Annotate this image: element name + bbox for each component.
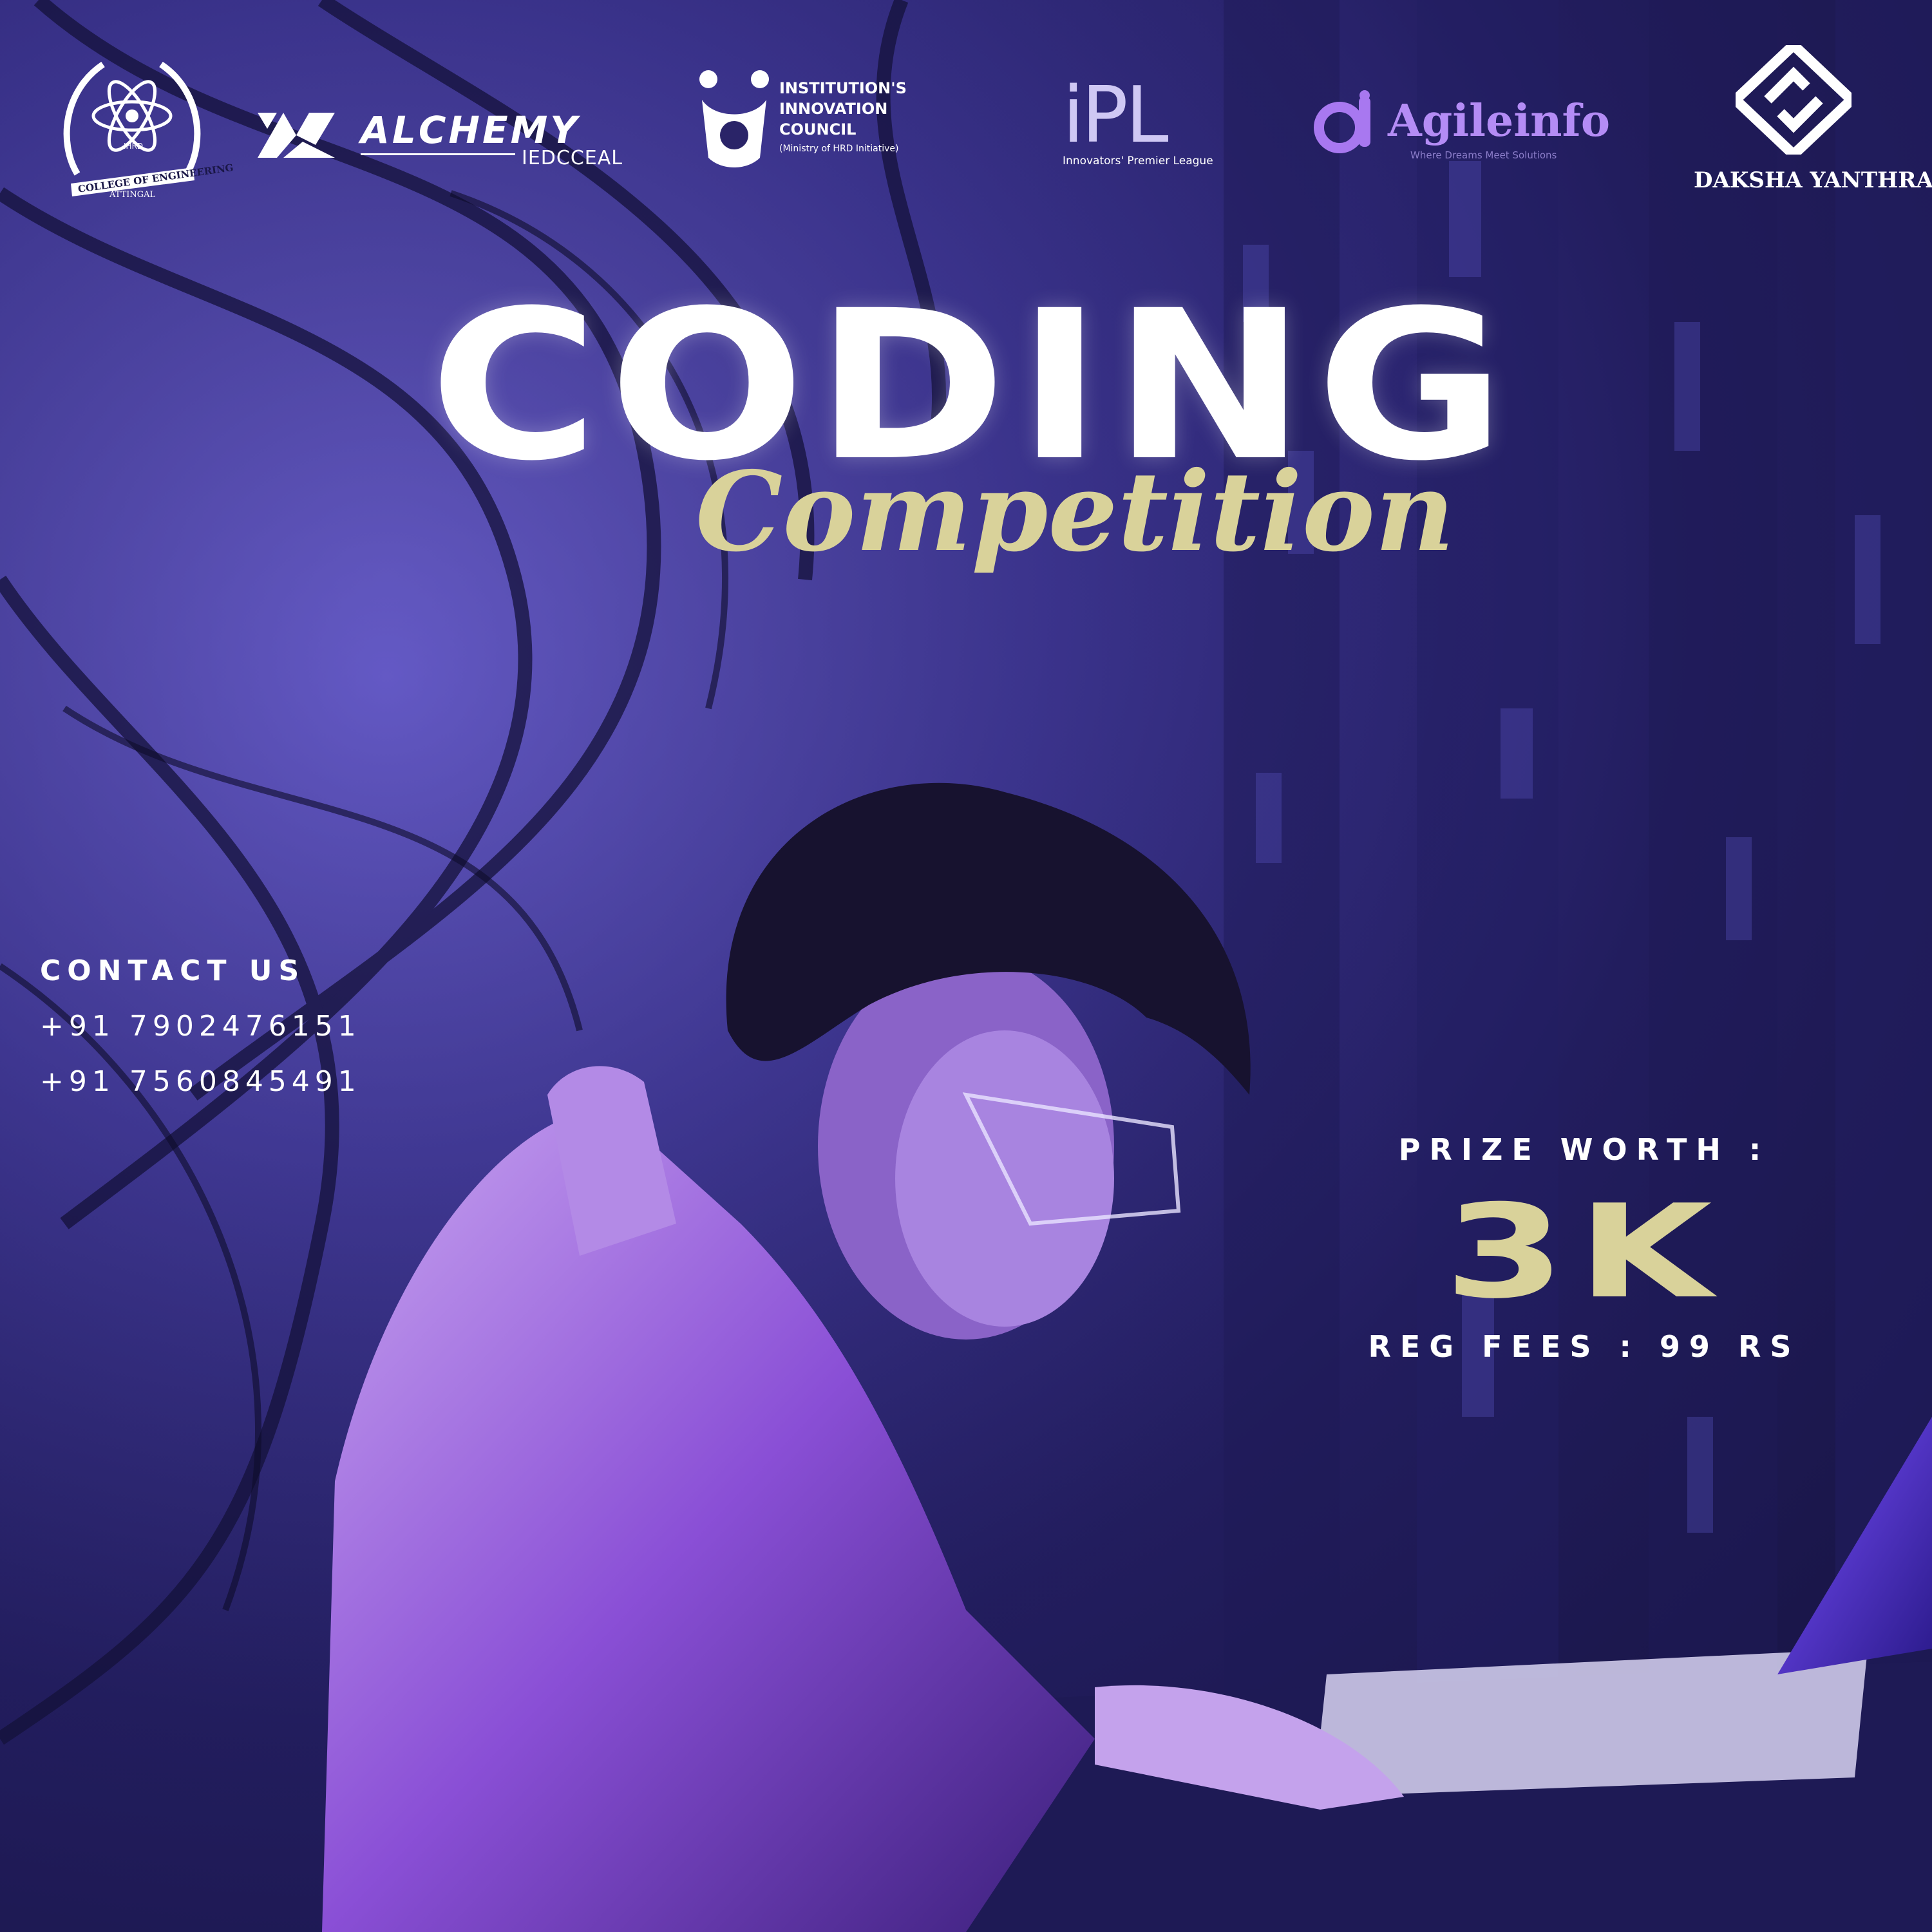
- contact-phone-2[interactable]: +91 7560845491: [40, 1054, 529, 1110]
- ipl-name: iPL: [1063, 71, 1169, 160]
- prize-section: PRIZE WORTH : 3K REG FEES : 99 RS: [1262, 1124, 1906, 1372]
- iic-logo: INSTITUTION'S INNOVATION COUNCIL (Minist…: [696, 68, 927, 177]
- iic-line1: INSTITUTION'S: [779, 79, 907, 97]
- iic-line2: INNOVATION: [779, 100, 888, 118]
- iic-mark-icon: [699, 70, 769, 167]
- alchemy-mark-icon: [258, 113, 335, 158]
- agileinfo-mark-icon: [1314, 90, 1370, 153]
- contact-section: CONTACT US +91 7902476151 +91 7560845491: [40, 943, 529, 1110]
- ipl-logo: iPL Innovators' Premier League: [1056, 71, 1224, 174]
- college-location: ATTINGAL: [109, 190, 156, 200]
- alchemy-underline: [361, 153, 515, 155]
- college-logo: COLLEGE OF ENGINEERING IHRD ATTINGAL: [52, 45, 234, 200]
- ipl-sub: Innovators' Premier League: [1063, 155, 1213, 167]
- prize-value: 3K: [1444, 1177, 1725, 1327]
- daksha-yanthra-logo: DAKSHA YANTHRA '24: [1687, 45, 1932, 200]
- event-poster: COLLEGE OF ENGINEERING IHRD ATTINGAL ALC…: [0, 0, 1932, 1932]
- contact-heading: CONTACT US: [40, 954, 306, 987]
- iic-line3: COUNCIL: [779, 120, 857, 138]
- sponsor-logos: COLLEGE OF ENGINEERING IHRD ATTINGAL ALC…: [0, 0, 1932, 213]
- prize-label: PRIZE WORTH :: [1398, 1132, 1770, 1167]
- alchemy-logo: ALCHEMY IEDCCEAL: [258, 103, 657, 174]
- iic-line4: (Ministry of HRD Initiative): [779, 144, 899, 154]
- college-badge: IHRD: [124, 142, 144, 151]
- daksha-mark-icon: [1736, 45, 1852, 155]
- alchemy-name: ALCHEMY: [361, 108, 580, 152]
- agileinfo-sub: Where Dreams Meet Solutions: [1410, 149, 1557, 161]
- agileinfo-logo: Agileinfo Where Dreams Meet Solutions: [1314, 90, 1636, 161]
- event-subtitle: Competition: [696, 448, 1455, 576]
- alchemy-sub: IEDCCEAL: [522, 147, 623, 169]
- daksha-name: DAKSHA YANTHRA '24: [1694, 167, 1932, 193]
- contact-phone-1[interactable]: +91 7902476151: [40, 999, 529, 1054]
- registration-fees: REG FEES : 99 RS: [1368, 1329, 1801, 1364]
- agileinfo-name: Agileinfo: [1388, 95, 1611, 147]
